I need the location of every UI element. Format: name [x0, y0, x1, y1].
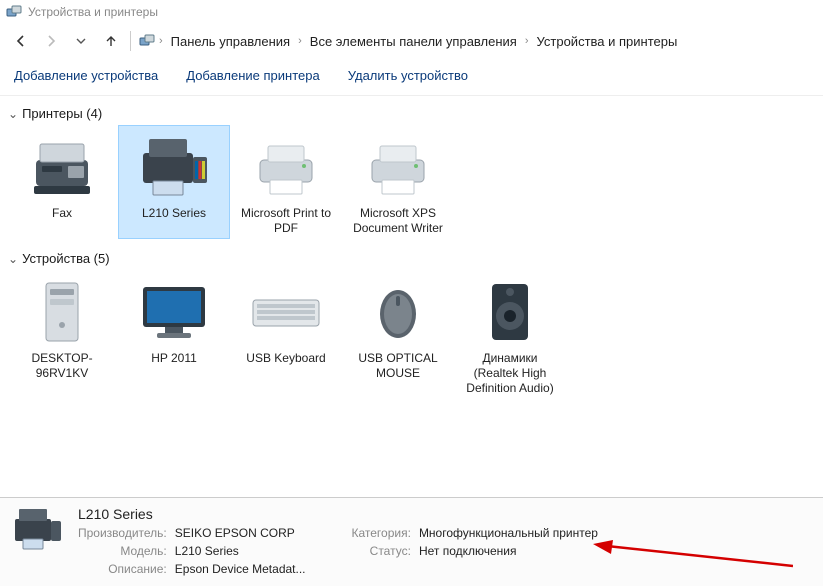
device-label: Fax — [52, 206, 72, 221]
device-label: HP 2011 — [151, 351, 197, 366]
titlebar: Устройства и принтеры — [0, 0, 823, 24]
pc-tower-icon — [22, 277, 102, 349]
details-status: Нет подключения — [419, 544, 598, 558]
details-description-label: Описание: — [78, 562, 167, 576]
printer-icon — [358, 132, 438, 204]
monitor-icon — [134, 277, 214, 349]
devices-icon — [6, 4, 22, 20]
details-name: L210 Series — [78, 506, 161, 522]
device-item-fax[interactable]: Fax — [6, 125, 118, 239]
chevron-down-icon: ⌄ — [8, 252, 18, 266]
group-label: Устройства (5) — [22, 251, 110, 266]
details-model: L210 Series — [175, 544, 306, 558]
device-item-monitor[interactable]: HP 2011 — [118, 270, 230, 399]
device-item-keyboard[interactable]: USB Keyboard — [230, 270, 342, 399]
device-label: USB Keyboard — [246, 351, 325, 366]
breadcrumb: › Панель управления › Все элементы панел… — [139, 32, 681, 51]
epson-printer-icon — [10, 506, 66, 554]
chevron-right-icon[interactable]: › — [525, 35, 529, 47]
remove-device-button[interactable]: Удалить устройство — [348, 68, 468, 83]
keyboard-icon — [246, 277, 326, 349]
nav-back-button[interactable] — [10, 30, 32, 52]
device-item-xps-writer[interactable]: Microsoft XPS Document Writer — [342, 125, 454, 239]
printer-icon — [246, 132, 326, 204]
mouse-icon — [358, 277, 438, 349]
details-manufacturer-label: Производитель: — [78, 526, 167, 540]
navbar: › Панель управления › Все элементы панел… — [0, 24, 823, 58]
details-pane: L210 Series Производитель: SEIKO EPSON C… — [0, 497, 823, 586]
device-label: Microsoft Print to PDF — [235, 206, 337, 236]
add-printer-button[interactable]: Добавление принтера — [186, 68, 319, 83]
breadcrumb-control-panel[interactable]: Панель управления — [167, 32, 294, 51]
devices-icon — [139, 33, 155, 49]
chevron-right-icon[interactable]: › — [298, 35, 302, 47]
chevron-right-icon[interactable]: › — [159, 35, 163, 47]
device-label: Microsoft XPS Document Writer — [347, 206, 449, 236]
device-item-speakers[interactable]: Динамики (Realtek High Definition Audio) — [454, 270, 566, 399]
group-header-devices[interactable]: ⌄ Устройства (5) — [6, 245, 817, 268]
group-label: Принтеры (4) — [22, 106, 102, 121]
device-label: DESKTOP-96RV1KV — [11, 351, 113, 381]
device-item-mouse[interactable]: USB OPTICAL MOUSE — [342, 270, 454, 399]
details-description: Epson Device Metadat... — [175, 562, 306, 576]
device-item-desktop[interactable]: DESKTOP-96RV1KV — [6, 270, 118, 399]
nav-recent-button[interactable] — [70, 30, 92, 52]
fax-icon — [22, 132, 102, 204]
group-header-printers[interactable]: ⌄ Принтеры (4) — [6, 100, 817, 123]
window-title: Устройства и принтеры — [28, 5, 158, 19]
device-label: L210 Series — [142, 206, 206, 221]
annotation-arrow-icon — [593, 540, 793, 570]
details-status-label: Статус: — [352, 544, 411, 558]
epson-printer-icon — [134, 132, 214, 204]
add-device-button[interactable]: Добавление устройства — [14, 68, 158, 83]
printers-items: Fax L210 Series — [6, 123, 817, 245]
toolbar: Добавление устройства Добавление принтер… — [0, 58, 823, 96]
device-label: Динамики (Realtek High Definition Audio) — [459, 351, 561, 396]
speaker-icon — [470, 277, 550, 349]
details-manufacturer: SEIKO EPSON CORP — [175, 526, 306, 540]
content-area: ⌄ Принтеры (4) Fax — [0, 96, 823, 497]
device-item-l210[interactable]: L210 Series — [118, 125, 230, 239]
nav-separator — [130, 31, 131, 51]
details-category-label: Категория: — [352, 526, 411, 540]
device-label: USB OPTICAL MOUSE — [347, 351, 449, 381]
device-item-print-to-pdf[interactable]: Microsoft Print to PDF — [230, 125, 342, 239]
chevron-down-icon: ⌄ — [8, 107, 18, 121]
nav-forward-button[interactable] — [40, 30, 62, 52]
details-category: Многофункциональный принтер — [419, 526, 598, 540]
devices-items: DESKTOP-96RV1KV HP 2011 — [6, 268, 817, 405]
details-model-label: Модель: — [78, 544, 167, 558]
breadcrumb-devices-printers[interactable]: Устройства и принтеры — [533, 32, 682, 51]
nav-up-button[interactable] — [100, 30, 122, 52]
breadcrumb-all-items[interactable]: Все элементы панели управления — [306, 32, 521, 51]
